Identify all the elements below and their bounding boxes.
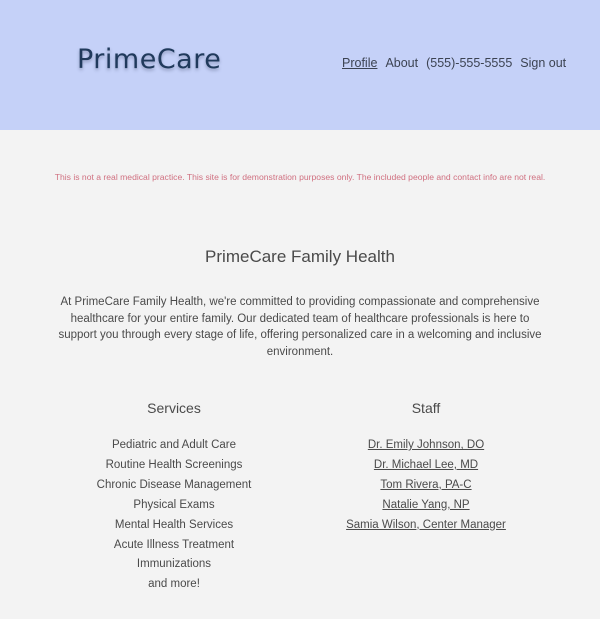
service-item: Physical Exams xyxy=(133,498,215,511)
staff-list: Dr. Emily Johnson, DO Dr. Michael Lee, M… xyxy=(316,436,536,536)
nav-profile-link[interactable]: Profile xyxy=(342,56,377,70)
staff-item: Tom Rivera, PA-C xyxy=(316,476,536,496)
staff-item: Dr. Emily Johnson, DO xyxy=(316,436,536,456)
service-item: and more! xyxy=(148,578,200,591)
staff-item: Dr. Michael Lee, MD xyxy=(316,456,536,476)
nav-about-link[interactable]: About xyxy=(385,56,418,70)
staff-link[interactable]: Samia Wilson, Center Manager xyxy=(346,519,506,531)
staff-item: Samia Wilson, Center Manager xyxy=(316,516,536,536)
services-heading: Services xyxy=(147,400,201,416)
staff-section: Staff Dr. Emily Johnson, DO Dr. Michael … xyxy=(316,400,536,536)
service-item: Acute Illness Treatment xyxy=(113,538,235,551)
service-item: Routine Health Screenings xyxy=(105,458,243,471)
services-section: Services Pediatric and Adult Care Routin… xyxy=(64,400,284,595)
nav-sign-out-link[interactable]: Sign out xyxy=(520,56,566,70)
site-header: PrimeCare Profile About (555)-555-5555 S… xyxy=(0,0,600,130)
page-title: PrimeCare Family Health xyxy=(205,247,395,266)
staff-link[interactable]: Tom Rivera, PA-C xyxy=(380,479,471,491)
site-logo[interactable]: PrimeCare xyxy=(77,44,221,75)
service-item: Immunizations xyxy=(136,558,212,571)
staff-link[interactable]: Dr. Emily Johnson, DO xyxy=(368,439,484,451)
top-nav: Profile About (555)-555-5555 Sign out xyxy=(342,56,566,70)
staff-item: Natalie Yang, NP xyxy=(316,496,536,516)
demo-disclaimer: This is not a real medical practice. Thi… xyxy=(54,172,546,182)
service-item: Mental Health Services xyxy=(114,518,234,531)
service-item: Chronic Disease Management xyxy=(96,478,252,491)
nav-phone-link[interactable]: (555)-555-5555 xyxy=(426,56,512,70)
staff-link[interactable]: Dr. Michael Lee, MD xyxy=(374,459,478,471)
staff-link[interactable]: Natalie Yang, NP xyxy=(382,499,469,511)
intro-paragraph: At PrimeCare Family Health, we're commit… xyxy=(58,296,542,359)
staff-heading: Staff xyxy=(411,400,441,416)
services-list: Pediatric and Adult Care Routine Health … xyxy=(64,436,284,595)
service-item: Pediatric and Adult Care xyxy=(111,439,237,451)
